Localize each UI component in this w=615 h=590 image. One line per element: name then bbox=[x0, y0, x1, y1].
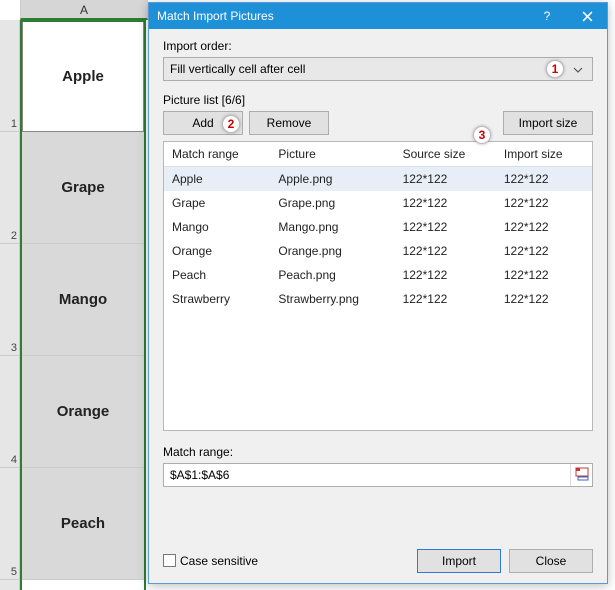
table-row[interactable]: Apple Apple.png 122*122 122*122 bbox=[164, 167, 592, 192]
cell-a4[interactable]: Orange bbox=[22, 356, 144, 468]
cell-a1[interactable]: Apple bbox=[22, 20, 144, 132]
range-picker-icon bbox=[575, 467, 589, 484]
match-range-value: $A$1:$A$6 bbox=[170, 468, 570, 482]
column-header-a[interactable]: A bbox=[20, 0, 148, 20]
row-header-3[interactable]: 3 bbox=[0, 340, 20, 356]
row-header-5[interactable]: 5 bbox=[0, 564, 20, 580]
match-import-pictures-dialog: Match Import Pictures ? Import order: Fi… bbox=[148, 2, 608, 584]
range-picker-button[interactable] bbox=[570, 464, 592, 486]
cell-a3[interactable]: Mango bbox=[22, 244, 144, 356]
cell-a5[interactable]: Peach bbox=[22, 468, 144, 580]
help-icon: ? bbox=[544, 9, 551, 23]
case-sensitive-label: Case sensitive bbox=[180, 554, 258, 568]
dialog-title: Match Import Pictures bbox=[157, 9, 274, 23]
annotation-1: 1 bbox=[546, 60, 564, 78]
col-import-size[interactable]: Import size bbox=[496, 142, 592, 167]
col-source-size[interactable]: Source size bbox=[395, 142, 496, 167]
col-match-range[interactable]: Match range bbox=[164, 142, 270, 167]
import-button-label: Import bbox=[442, 554, 476, 568]
table-row[interactable]: Grape Grape.png 122*122 122*122 bbox=[164, 191, 592, 215]
import-size-button-label: Import size bbox=[519, 116, 578, 130]
table-row[interactable]: Strawberry Strawberry.png 122*122 122*12… bbox=[164, 287, 592, 311]
table-row[interactable]: Peach Peach.png 122*122 122*122 bbox=[164, 263, 592, 287]
help-button[interactable]: ? bbox=[527, 3, 567, 29]
add-button-label: Add bbox=[192, 116, 213, 130]
row-header-1[interactable]: 1 bbox=[0, 116, 20, 132]
import-button[interactable]: Import bbox=[417, 549, 501, 573]
col-picture[interactable]: Picture bbox=[270, 142, 394, 167]
row-header-4[interactable]: 4 bbox=[0, 452, 20, 468]
cell-a2[interactable]: Grape bbox=[22, 132, 144, 244]
import-order-dropdown[interactable]: Fill vertically cell after cell 1 bbox=[163, 57, 593, 81]
annotation-2: 2 bbox=[222, 115, 240, 133]
table-row[interactable]: Mango Mango.png 122*122 122*122 bbox=[164, 215, 592, 239]
close-button-label: Close bbox=[536, 554, 567, 568]
row-header-2[interactable]: 2 bbox=[0, 228, 20, 244]
table-row[interactable]: Orange Orange.png 122*122 122*122 bbox=[164, 239, 592, 263]
picture-list-table[interactable]: Match range Picture Source size Import s… bbox=[163, 141, 593, 431]
close-icon bbox=[582, 11, 593, 22]
close-window-button[interactable] bbox=[567, 3, 607, 29]
remove-button[interactable]: Remove bbox=[249, 111, 329, 135]
dialog-titlebar[interactable]: Match Import Pictures ? bbox=[149, 3, 607, 29]
case-sensitive-checkbox[interactable]: Case sensitive bbox=[163, 554, 258, 568]
match-range-input[interactable]: $A$1:$A$6 bbox=[163, 463, 593, 487]
spreadsheet-fragment: A 1 2 3 4 5 Apple Grape Mango Orange Pea… bbox=[0, 0, 148, 590]
import-size-button[interactable]: Import size bbox=[503, 111, 593, 135]
chevron-down-icon bbox=[570, 62, 586, 76]
picture-list-label: Picture list [6/6] bbox=[163, 93, 593, 107]
import-order-value: Fill vertically cell after cell bbox=[170, 62, 546, 76]
remove-button-label: Remove bbox=[267, 116, 312, 130]
import-order-label: Import order: bbox=[163, 39, 593, 53]
close-button[interactable]: Close bbox=[509, 549, 593, 573]
add-button[interactable]: Add 2 bbox=[163, 111, 243, 135]
match-range-label: Match range: bbox=[163, 445, 593, 459]
checkbox-icon bbox=[163, 554, 176, 567]
